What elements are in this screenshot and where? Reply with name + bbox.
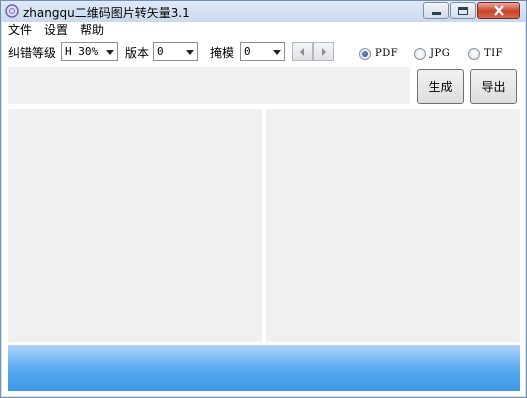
export-button[interactable]: 导出 bbox=[470, 69, 517, 104]
maximize-icon bbox=[458, 6, 468, 15]
arrow-right-icon bbox=[322, 48, 326, 56]
radio-pdf[interactable]: PDF bbox=[359, 47, 398, 60]
error-level-select[interactable]: H 30% bbox=[61, 42, 118, 61]
spinner-right-button[interactable] bbox=[313, 42, 334, 61]
error-level-label: 纠错等级 bbox=[8, 46, 57, 60]
arrow-left-icon bbox=[300, 48, 304, 56]
caption-buttons bbox=[422, 2, 520, 20]
version-value: 0 bbox=[157, 45, 164, 58]
minimize-icon bbox=[431, 11, 441, 15]
menu-file[interactable]: 文件 bbox=[2, 22, 38, 39]
radio-tif[interactable]: TIF bbox=[468, 47, 503, 60]
app-window: zhangqu二维码图片转矢量3.1 文件 设置 帮助 纠错等级 H 30% 版… bbox=[0, 0, 527, 398]
preview-panel[interactable] bbox=[266, 109, 520, 342]
radio-tif-label: TIF bbox=[484, 48, 504, 59]
radio-unselected-icon bbox=[414, 47, 426, 60]
client-area: 文件 设置 帮助 纠错等级 H 30% 版本 0 掩模 0 PDF JPG TI… bbox=[2, 22, 525, 396]
mask-label: 掩模 bbox=[210, 46, 235, 60]
error-level-value: H 30% bbox=[65, 45, 99, 58]
radio-jpg[interactable]: JPG bbox=[414, 47, 450, 60]
radio-jpg-label: JPG bbox=[430, 48, 451, 59]
window-title: zhangqu二维码图片转矢量3.1 bbox=[23, 6, 190, 20]
title-bar[interactable]: zhangqu二维码图片转矢量3.1 bbox=[1, 1, 526, 22]
radio-pdf-label: PDF bbox=[375, 48, 399, 59]
generate-button[interactable]: 生成 bbox=[417, 69, 464, 104]
radio-unselected-icon bbox=[468, 47, 480, 60]
input-text-area[interactable] bbox=[8, 67, 410, 104]
radio-selected-icon bbox=[359, 47, 371, 60]
chevron-down-icon bbox=[186, 50, 194, 55]
mask-value: 0 bbox=[244, 45, 251, 58]
source-image-panel[interactable] bbox=[8, 109, 262, 342]
chevron-down-icon bbox=[273, 50, 281, 55]
version-select[interactable]: 0 bbox=[153, 42, 198, 61]
close-icon bbox=[493, 5, 504, 16]
minimize-button[interactable] bbox=[423, 2, 449, 19]
spinner-left-button[interactable] bbox=[292, 42, 313, 61]
menu-bar: 文件 设置 帮助 bbox=[2, 22, 525, 39]
app-logo-icon bbox=[5, 4, 19, 18]
close-button[interactable] bbox=[477, 2, 520, 19]
maximize-button[interactable] bbox=[450, 2, 476, 19]
menu-help[interactable]: 帮助 bbox=[74, 22, 110, 39]
mask-select[interactable]: 0 bbox=[240, 42, 285, 61]
chevron-down-icon bbox=[106, 50, 114, 55]
status-bar bbox=[8, 345, 520, 391]
version-label: 版本 bbox=[125, 46, 150, 60]
menu-settings[interactable]: 设置 bbox=[38, 22, 74, 39]
mask-spinner bbox=[292, 42, 334, 61]
